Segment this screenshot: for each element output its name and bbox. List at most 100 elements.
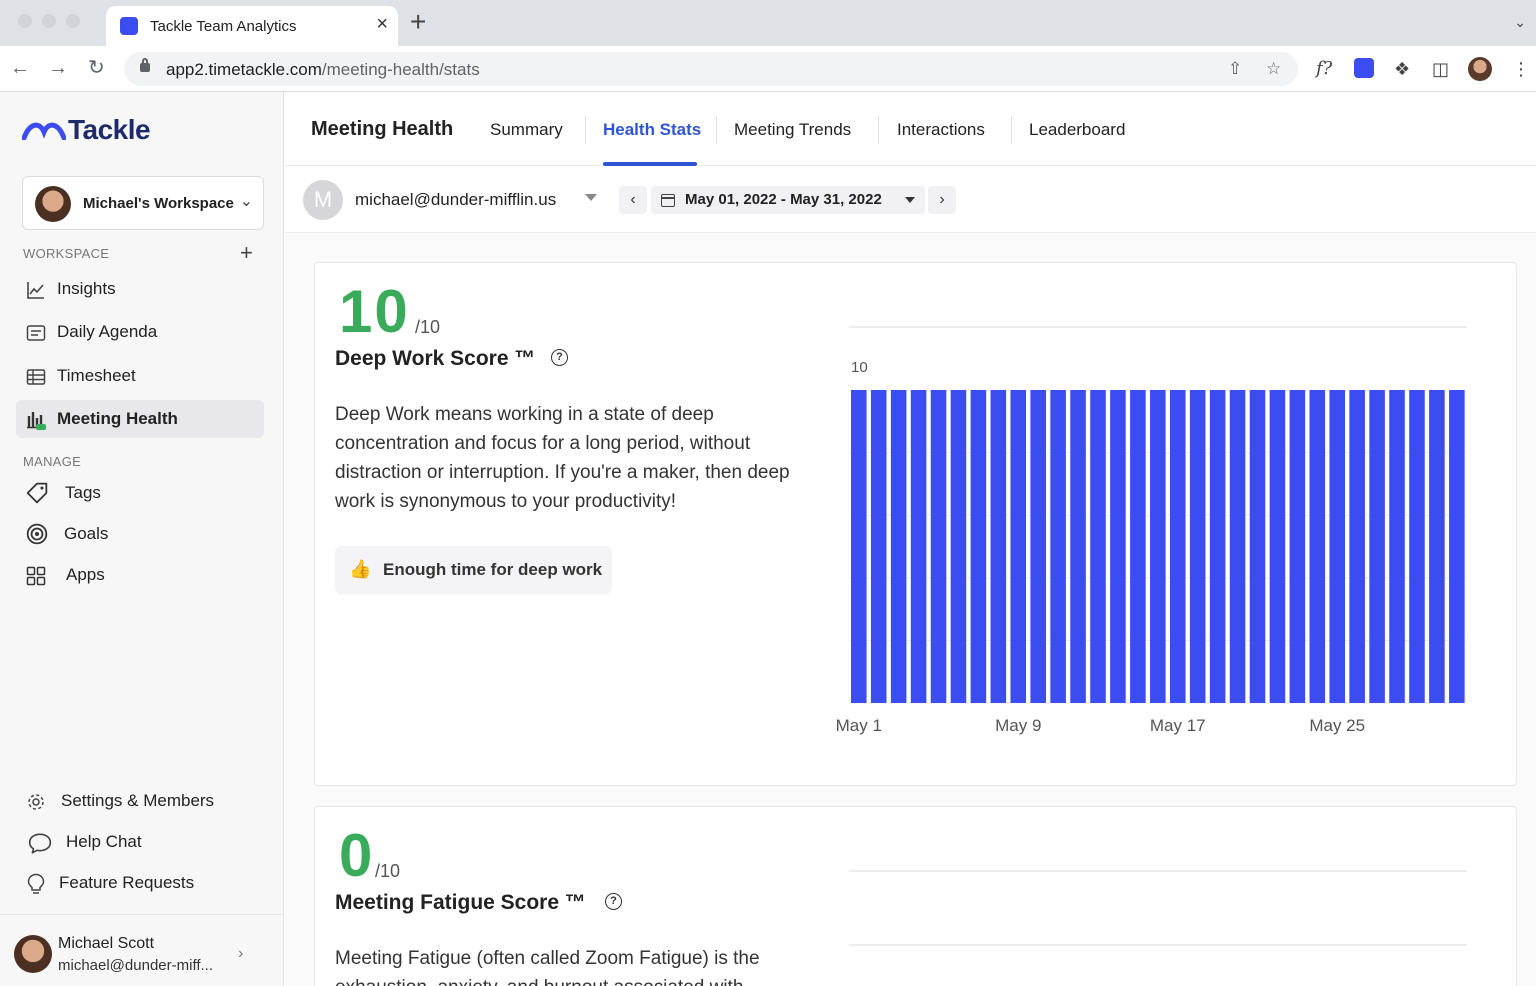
sidebar-item-label: Settings & Members xyxy=(61,791,215,810)
share-icon[interactable]: ⇧ xyxy=(1228,59,1242,79)
sidebar-item-apps[interactable]: Apps xyxy=(16,556,264,594)
chart-bar xyxy=(1249,390,1266,703)
tab-leaderboard[interactable]: Leaderboard xyxy=(1029,120,1125,140)
chart-bar xyxy=(950,390,967,703)
sidebar-item-label: Feature Requests xyxy=(59,873,195,892)
sidebar-item-daily-agenda[interactable]: Daily Agenda xyxy=(16,313,264,351)
deep-work-card: 10 /10 Deep Work Score ™ ? Deep Work mea… xyxy=(314,262,1517,786)
close-tab-icon[interactable]: × xyxy=(376,14,388,34)
sidebar-item-meeting-health[interactable]: Meeting Health xyxy=(16,400,264,438)
tackle-favicon-icon xyxy=(120,17,138,35)
agenda-icon xyxy=(26,325,46,341)
chart-bar xyxy=(1349,390,1365,703)
sidebar-item-tags[interactable]: Tags xyxy=(16,474,264,512)
tag-icon xyxy=(26,482,48,504)
chart-bar xyxy=(851,390,867,703)
chart-bar xyxy=(870,390,887,703)
address-bar[interactable]: app2.timetackle.com/meeting-health/stats… xyxy=(124,52,1298,86)
user-filter-select[interactable]: michael@dunder-mifflin.us xyxy=(355,190,556,210)
tab-meeting-trends[interactable]: Meeting Trends xyxy=(734,120,851,140)
meeting-fatigue-title: Meeting Fatigue Score ™ xyxy=(335,891,586,914)
date-range-picker[interactable]: May 01, 2022 - May 31, 2022 xyxy=(651,186,925,214)
browser-tab[interactable]: Tackle Team Analytics × xyxy=(106,6,398,46)
tab-summary[interactable]: Summary xyxy=(490,120,563,140)
chart-bar xyxy=(990,390,1007,703)
tab-title: Tackle Team Analytics xyxy=(150,18,297,35)
section-label-workspace: WORKSPACE xyxy=(23,246,110,261)
lightbulb-icon xyxy=(27,873,45,894)
meeting-fatigue-score: 0 xyxy=(339,822,375,889)
chart-bar xyxy=(1369,390,1385,703)
logo-text: Tackle xyxy=(68,114,151,145)
score-max: /10 xyxy=(375,861,401,881)
reload-icon[interactable]: ↻ xyxy=(88,56,105,80)
chart-bar xyxy=(1229,390,1246,703)
url-text[interactable]: app2.timetackle.com/meeting-health/stats xyxy=(166,60,480,80)
window-zoom-control[interactable] xyxy=(66,14,80,28)
window-minimize-control[interactable] xyxy=(42,14,56,28)
sidebar-item-label: Help Chat xyxy=(66,832,142,851)
chart-bar xyxy=(1150,390,1166,703)
sidebar-item-goals[interactable]: Goals xyxy=(16,515,264,553)
help-question-icon[interactable]: ? xyxy=(551,349,568,366)
sidebar-item-help-chat[interactable]: Help Chat xyxy=(16,823,264,861)
chat-bubble-icon xyxy=(28,833,52,854)
chart-bar xyxy=(1329,390,1346,703)
profile-avatar[interactable] xyxy=(1468,57,1492,81)
meeting-fatigue-description: Meeting Fatigue (often called Zoom Fatig… xyxy=(335,948,760,986)
chart-bar xyxy=(1130,390,1146,703)
tab-divider xyxy=(585,116,586,144)
tab-health-stats[interactable]: Health Stats xyxy=(603,120,701,140)
previous-range-button[interactable]: ‹ xyxy=(619,186,647,214)
chart-bar xyxy=(1209,390,1226,703)
star-bookmark-icon[interactable]: ☆ xyxy=(1266,59,1281,79)
chart-value-label: 10 xyxy=(851,359,868,376)
deep-work-status-badge: 👍 Enough time for deep work xyxy=(335,546,613,594)
next-range-button[interactable]: › xyxy=(928,186,956,214)
new-tab-button[interactable]: + xyxy=(410,8,426,36)
sidebar-item-settings-members[interactable]: Settings & Members xyxy=(16,782,264,820)
caret-down-icon[interactable] xyxy=(585,194,597,201)
chevron-down-icon: ⌄ xyxy=(239,193,253,210)
deep-work-description: Deep Work means working in a state of de… xyxy=(335,404,790,512)
browser-tab-bar: Tackle Team Analytics × + ⌄ xyxy=(0,0,1536,46)
sidebar-item-feature-requests[interactable]: Feature Requests xyxy=(16,864,264,902)
sidebar-item-label: Goals xyxy=(64,524,109,543)
deep-work-bar-chart: 10 May 1 May 9 May 17 May 25 xyxy=(836,326,1467,735)
tab-interactions[interactable]: Interactions xyxy=(897,120,985,140)
puzzle-extensions-icon[interactable]: ❖ xyxy=(1394,58,1410,80)
user-name: Michael Scott xyxy=(58,935,155,952)
line-chart-icon xyxy=(27,282,44,299)
workspace-selector[interactable]: Michael's Workspace ⌄ xyxy=(22,176,264,230)
chart-bar xyxy=(1169,390,1186,703)
back-arrow-icon[interactable]: ← xyxy=(10,56,30,80)
sidebar-item-label: Tags xyxy=(65,483,101,502)
chart-x-tick-label: May 1 xyxy=(836,716,882,735)
chart-bar xyxy=(1090,390,1106,703)
user-email: michael@dunder-miff... xyxy=(58,957,214,974)
chart-bar xyxy=(1070,390,1086,703)
forward-arrow-icon[interactable]: → xyxy=(48,56,68,80)
main-content: Meeting Health Summary Health Stats Meet… xyxy=(285,92,1536,986)
sidebar-item-timesheet[interactable]: Timesheet xyxy=(16,357,264,395)
chart-bar xyxy=(1449,390,1465,703)
deep-work-title: Deep Work Score ™ xyxy=(335,347,536,370)
section-label-manage: MANAGE xyxy=(23,454,82,469)
side-panel-icon[interactable]: ◫ xyxy=(1432,58,1449,80)
window-close-control[interactable] xyxy=(18,14,32,28)
workspace-avatar xyxy=(35,186,71,222)
formula-extension-icon[interactable]: f? xyxy=(1316,58,1332,80)
chevron-down-icon[interactable]: ⌄ xyxy=(1514,14,1526,31)
user-profile[interactable]: Michael Scott michael@dunder-miff... › xyxy=(0,914,284,986)
sidebar-item-insights[interactable]: Insights xyxy=(16,270,264,308)
more-menu-icon[interactable]: ⋮ xyxy=(1512,58,1530,80)
caret-down-icon xyxy=(905,197,915,203)
add-workspace-item-button[interactable]: + xyxy=(240,242,253,264)
help-question-icon[interactable]: ? xyxy=(605,893,622,910)
chart-bar xyxy=(970,390,987,703)
tackle-extension-icon[interactable] xyxy=(1354,58,1374,78)
tackle-logo-mark-icon xyxy=(22,122,66,140)
sidebar-item-label: Daily Agenda xyxy=(57,322,158,341)
chart-bar xyxy=(910,390,927,703)
sidebar-item-label: Meeting Health xyxy=(57,409,178,428)
